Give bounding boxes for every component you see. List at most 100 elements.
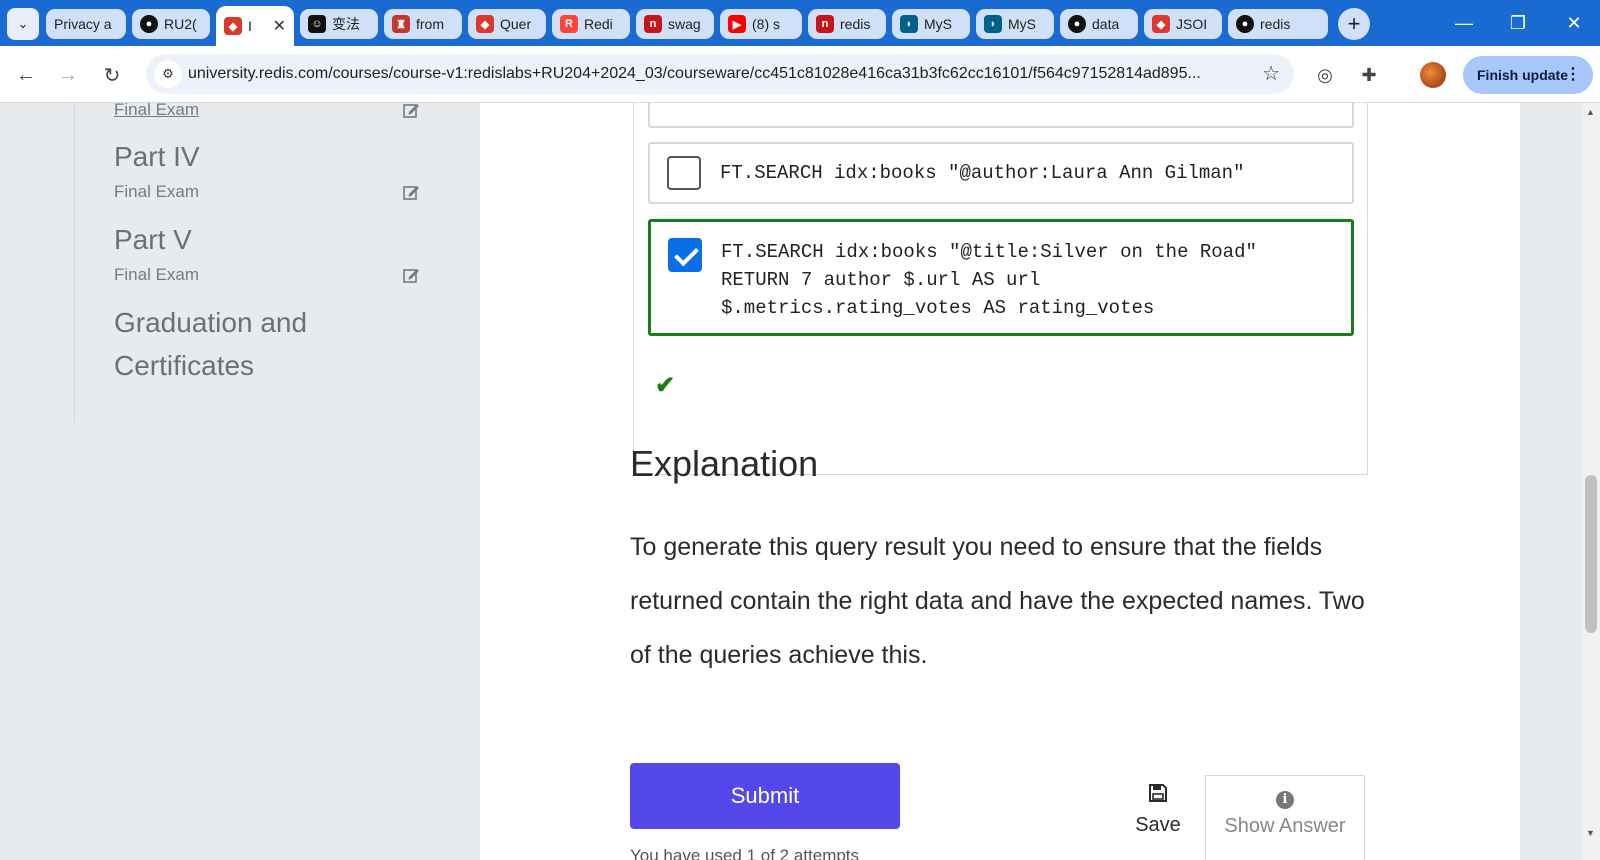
browser-tab[interactable]: ☺ 变法 <box>300 9 378 39</box>
sidebar-item-subtitle[interactable]: Final Exam <box>114 182 199 202</box>
tab-label: I <box>248 18 252 34</box>
extensions-icon[interactable]: ✚ <box>1355 61 1383 89</box>
unit-content: FT.SEARCH idx:books "@author:Laura Ann G… <box>480 103 1520 860</box>
restore-icon[interactable]: ❐ <box>1498 8 1538 38</box>
crest-icon: ♜ <box>392 15 410 33</box>
sidebar-item-title[interactable]: Part IV <box>114 135 200 178</box>
edit-icon <box>403 186 419 200</box>
edit-icon <box>403 269 419 283</box>
scroll-up-icon[interactable]: ▲ <box>1586 107 1595 117</box>
right-gutter <box>1520 103 1582 860</box>
tab-label: data <box>1092 16 1120 32</box>
correct-check-icon: ✔ <box>655 372 676 399</box>
media-controls-icon[interactable]: ◎ <box>1311 61 1339 89</box>
browser-toolbar: ← → ↻ ⚙ university.redis.com/courses/cou… <box>0 46 1600 103</box>
tab-label: RU2( <box>164 16 197 32</box>
youtube-icon: ▶ <box>728 15 746 33</box>
redis-cube-icon: ◆ <box>476 15 494 33</box>
save-button[interactable]: Save <box>1128 783 1188 837</box>
save-label: Save <box>1135 814 1181 836</box>
option-code: FT.SEARCH idx:books "@author:Laura Ann G… <box>720 162 1245 184</box>
browser-tab[interactable]: ● data <box>1060 9 1138 39</box>
save-icon <box>1149 784 1167 802</box>
tab-label: from <box>416 16 444 32</box>
close-tab-icon[interactable]: ✕ <box>273 16 286 36</box>
browser-tab-bar: ⌄ Privacy a ● RU2( ◆ I ✕ ☺ 变法 ♜ from ◆ Q… <box>0 0 1600 46</box>
scrollbar-thumb[interactable] <box>1585 475 1597 633</box>
browser-tab[interactable]: R Redi <box>552 9 630 39</box>
mysql-icon: ◗ <box>900 15 918 33</box>
tab-label: redis <box>1260 16 1291 32</box>
tab-search-menu-icon[interactable]: ⌄ <box>7 8 39 40</box>
github-icon: ● <box>140 15 158 33</box>
browser-tab[interactable]: ▶ (8) s <box>720 9 802 39</box>
tab-label: Redi <box>584 16 613 32</box>
tab-label: redis <box>840 16 871 32</box>
page-content: Final Exam Part IV Final Exam Part V Fin… <box>0 103 1600 860</box>
course-sidebar: Final Exam Part IV Final Exam Part V Fin… <box>0 103 480 860</box>
finish-update-button[interactable]: Finish update ⋮ <box>1463 56 1593 94</box>
page-scrollbar[interactable]: ▲ ▼ <box>1582 103 1600 860</box>
site-info-icon[interactable]: ⚙ <box>154 60 182 88</box>
tab-label: Quer <box>500 16 532 32</box>
tab-label: MyS <box>1008 16 1036 32</box>
reload-icon[interactable]: ↻ <box>96 59 128 91</box>
chatbot-icon: ☺ <box>308 15 326 33</box>
browser-tab[interactable]: ● redis <box>1228 9 1328 39</box>
option-partial[interactable] <box>648 103 1354 128</box>
bookmark-star-icon[interactable]: ☆ <box>1262 61 1280 86</box>
tab-label: MyS <box>924 16 952 32</box>
github-icon: ● <box>1236 15 1254 33</box>
back-icon[interactable]: ← <box>10 59 42 91</box>
tab-label: swag <box>668 16 701 32</box>
browser-tab[interactable]: Privacy a <box>46 9 126 39</box>
browser-tab[interactable]: ◗ MyS <box>892 9 970 39</box>
show-answer-label: Show Answer <box>1224 815 1346 837</box>
browser-tab[interactable]: n redis <box>808 9 886 39</box>
sidebar-item-subtitle[interactable]: Final Exam <box>114 265 199 285</box>
address-bar[interactable]: ⚙ university.redis.com/courses/course-v1… <box>146 54 1294 94</box>
explanation-body: To generate this query result you need t… <box>630 533 1365 669</box>
redis-cube-icon: ◆ <box>1152 15 1170 33</box>
browser-tab[interactable]: ◆ Quer <box>468 9 546 39</box>
tab-label: Privacy a <box>54 16 112 32</box>
tab-label: 变法 <box>332 16 360 32</box>
more-menu-icon[interactable]: ⋮ <box>1565 64 1581 84</box>
n-icon: n <box>644 15 662 33</box>
sidebar-item-title[interactable]: Part V <box>114 218 192 261</box>
answer-option[interactable]: FT.SEARCH idx:books "@author:Laura Ann G… <box>648 142 1354 204</box>
browser-tab[interactable]: ● RU2( <box>132 9 210 39</box>
url-text[interactable]: university.redis.com/courses/course-v1:r… <box>188 65 1228 83</box>
browser-tab-active[interactable]: ◆ I ✕ <box>216 6 294 46</box>
close-window-icon[interactable]: ✕ <box>1554 8 1594 38</box>
browser-tab[interactable]: ◗ MyS <box>976 9 1054 39</box>
option-checkbox-checked[interactable] <box>668 238 702 272</box>
sidebar-item-subtitle[interactable]: Final Exam <box>114 103 199 120</box>
redis-logo-icon: R <box>560 15 578 33</box>
option-checkbox[interactable] <box>667 156 701 190</box>
new-tab-button[interactable]: + <box>1338 8 1370 40</box>
scroll-down-icon[interactable]: ▼ <box>1586 828 1595 838</box>
option-code: FT.SEARCH idx:books "@title:Silver on th… <box>721 241 1257 319</box>
sidebar-item-title[interactable]: Graduation and Certificates <box>114 301 307 387</box>
sidebar-divider <box>74 103 75 423</box>
question-options-box: FT.SEARCH idx:books "@author:Laura Ann G… <box>633 103 1368 475</box>
edit-icon <box>403 104 419 118</box>
answer-option-correct[interactable]: FT.SEARCH idx:books "@title:Silver on th… <box>648 219 1354 336</box>
profile-avatar[interactable] <box>1420 62 1446 88</box>
info-icon: i <box>1276 791 1294 809</box>
browser-tab[interactable]: ◆ JSOI <box>1144 9 1222 39</box>
finish-update-label: Finish update <box>1477 67 1568 83</box>
browser-tab[interactable]: ♜ from <box>384 9 462 39</box>
attempts-text: You have used 1 of 2 attempts <box>630 846 860 860</box>
tab-label: (8) s <box>752 16 780 32</box>
browser-tab[interactable]: n swag <box>636 9 714 39</box>
show-answer-button[interactable]: i Show Answer <box>1205 775 1365 860</box>
n-icon: n <box>816 15 834 33</box>
submit-button[interactable]: Submit <box>630 763 900 829</box>
minimize-icon[interactable]: — <box>1444 8 1484 38</box>
mysql-icon: ◗ <box>984 15 1002 33</box>
tab-label: JSOI <box>1176 16 1208 32</box>
github-icon: ● <box>1068 15 1086 33</box>
forward-icon[interactable]: → <box>52 59 84 91</box>
